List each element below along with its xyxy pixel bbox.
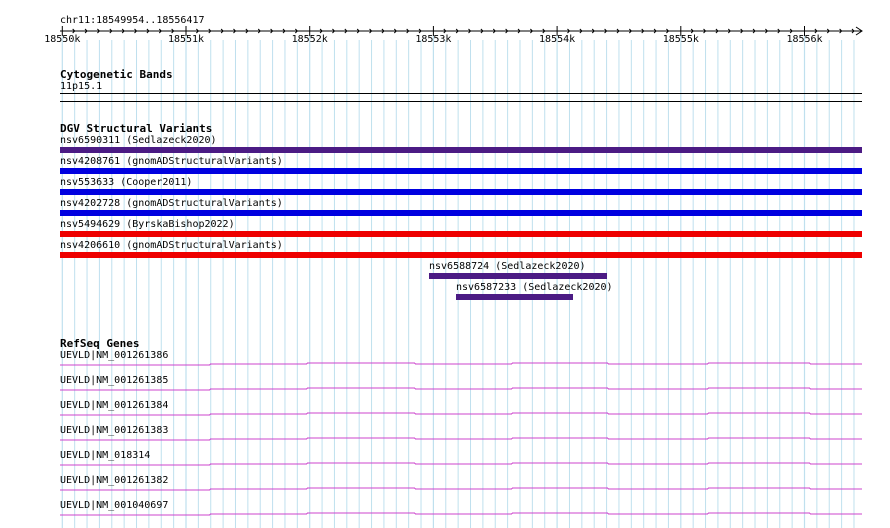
ruler-tick-label: 18552k bbox=[291, 34, 328, 45]
gene-model-nm-001261386[interactable] bbox=[60, 357, 862, 367]
variant-bar-nsv4206610[interactable] bbox=[60, 252, 862, 258]
dgv-track-title: DGV Structural Variants bbox=[60, 122, 213, 135]
refseq-track-title: RefSeq Genes bbox=[60, 337, 140, 350]
variant-label-nsv6590311: nsv6590311 (Sedlazeck2020) bbox=[60, 135, 217, 146]
variant-label-nsv553633: nsv553633 (Cooper2011) bbox=[60, 177, 193, 188]
variant-bar-nsv4202728[interactable] bbox=[60, 210, 862, 216]
variant-label-nsv6588724: nsv6588724 (Sedlazeck2020) bbox=[429, 261, 586, 272]
variant-label-nsv6587233: nsv6587233 (Sedlazeck2020) bbox=[456, 282, 613, 293]
gene-model-nm-001261382[interactable] bbox=[60, 482, 862, 492]
gene-model-nm-001040697[interactable] bbox=[60, 507, 862, 517]
variant-bar-nsv5494629[interactable] bbox=[60, 231, 862, 237]
variant-bar-nsv6587233[interactable] bbox=[456, 294, 573, 300]
ruler-tick-label: 18556k bbox=[786, 34, 823, 45]
gene-model-nm-001261384[interactable] bbox=[60, 407, 862, 417]
ruler-tick-label: 18554k bbox=[539, 34, 576, 45]
ruler-tick-label: 18553k bbox=[415, 34, 452, 45]
variant-bar-nsv6590311[interactable] bbox=[60, 147, 862, 153]
cytoband-track-title: Cytogenetic Bands bbox=[60, 68, 173, 81]
gene-model-nm-001261385[interactable] bbox=[60, 382, 862, 392]
cytoband-label: 11p15.1 bbox=[60, 81, 103, 92]
variant-label-nsv4208761: nsv4208761 (gnomADStructuralVariants) bbox=[60, 156, 283, 167]
variant-label-nsv4202728: nsv4202728 (gnomADStructuralVariants) bbox=[60, 198, 283, 209]
gene-model-nm-018314[interactable] bbox=[60, 457, 862, 467]
cytoband-lower-line bbox=[60, 101, 862, 102]
variant-label-nsv5494629: nsv5494629 (ByrskaBishop2022) bbox=[60, 219, 235, 230]
variant-label-nsv4206610: nsv4206610 (gnomADStructuralVariants) bbox=[60, 240, 283, 251]
ruler-tick-label: 18555k bbox=[662, 34, 699, 45]
gene-model-nm-001261383[interactable] bbox=[60, 432, 862, 442]
variant-bar-nsv4208761[interactable] bbox=[60, 168, 862, 174]
variant-bar-nsv6588724[interactable] bbox=[429, 273, 607, 279]
cytoband-upper-line bbox=[60, 93, 862, 94]
ruler-tick-label: 18551k bbox=[167, 34, 205, 45]
ruler-tick-label: 18550k bbox=[44, 34, 81, 45]
variant-bar-nsv553633[interactable] bbox=[60, 189, 862, 195]
